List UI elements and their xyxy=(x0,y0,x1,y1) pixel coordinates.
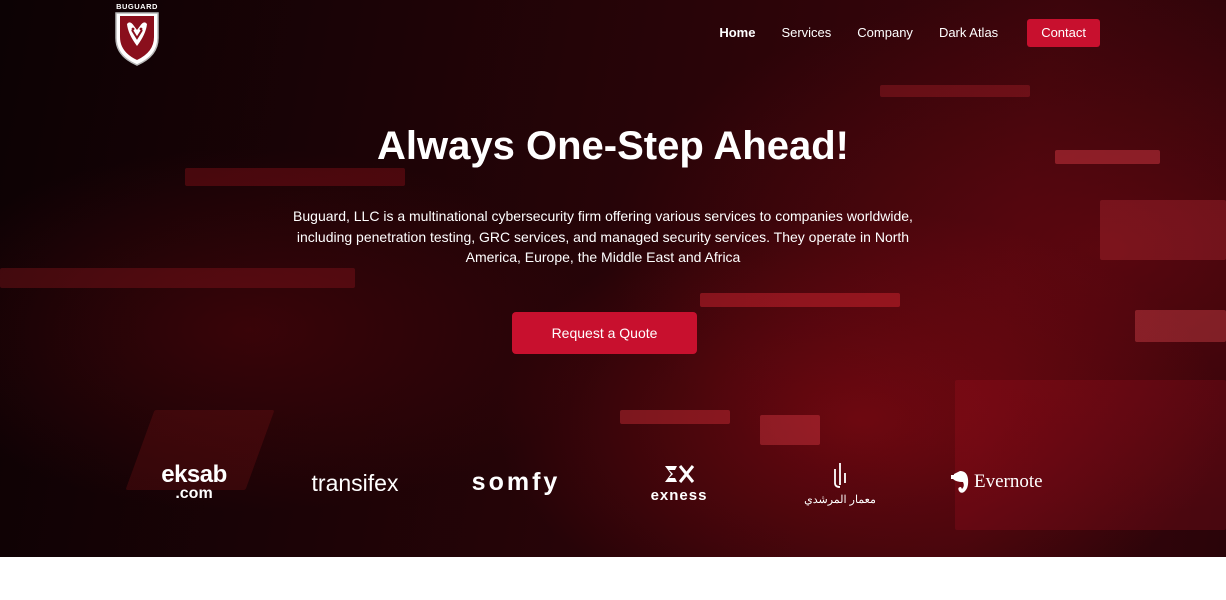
hero-title: Always One-Step Ahead! xyxy=(377,124,849,168)
evernote-wordmark: Evernote xyxy=(974,471,1043,492)
contact-button[interactable]: Contact xyxy=(1027,19,1100,47)
client-logo-memar-almorshedy: معمار المرشدي xyxy=(800,461,880,506)
client-logo-transifex: transifex xyxy=(311,470,399,496)
eksab-wordmark: eksab xyxy=(161,461,227,488)
bg-light-strip xyxy=(1135,310,1226,342)
bg-light-strip xyxy=(1100,200,1226,260)
bg-light-strip xyxy=(760,415,820,445)
evernote-elephant-icon xyxy=(951,471,969,493)
nav-company[interactable]: Company xyxy=(857,19,913,47)
bg-light-strip xyxy=(0,268,355,288)
memar-wordmark: معمار المرشدي xyxy=(804,494,876,506)
client-logo-evernote: Evernote xyxy=(950,470,1056,494)
bg-light-strip xyxy=(880,85,1030,97)
nav-dark-atlas[interactable]: Dark Atlas xyxy=(939,19,998,47)
exness-wordmark: exness xyxy=(650,487,708,504)
bg-light-strip xyxy=(620,410,730,424)
logo-wordmark: BUGUARD xyxy=(116,2,158,11)
buguard-shield-icon: BUGUARD xyxy=(115,2,159,66)
client-logo-somfy: somfy xyxy=(471,468,561,496)
client-logo-exness: exness xyxy=(644,464,714,503)
bg-light-strip xyxy=(185,168,405,186)
main-nav: Home Services Company Dark Atlas Contact xyxy=(693,19,1100,47)
request-quote-button[interactable]: Request a Quote xyxy=(512,312,697,354)
hero-section: BUGUARD Home Services Company Dark Atlas… xyxy=(0,0,1226,557)
client-logo-eksab: eksab .com xyxy=(156,461,232,502)
buguard-logo[interactable]: BUGUARD xyxy=(110,0,164,68)
memar-calligraphy-icon xyxy=(834,463,846,488)
hero-description: Buguard, LLC is a multinational cybersec… xyxy=(293,208,913,265)
client-logos: eksab .com transifex somfy exness معمار … xyxy=(0,455,1226,515)
eksab-suffix: .com xyxy=(175,485,213,502)
exness-mark-icon xyxy=(665,465,695,483)
nav-home[interactable]: Home xyxy=(719,19,755,47)
nav-services[interactable]: Services xyxy=(781,19,831,47)
bg-light-strip xyxy=(700,293,900,307)
content-section xyxy=(0,557,1226,600)
